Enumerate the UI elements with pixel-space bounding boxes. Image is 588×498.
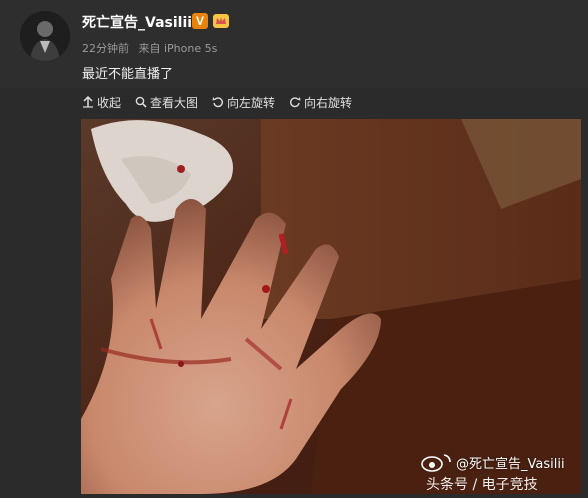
image-toolbar: 收起 查看大图 向左旋转 向右旋转: [82, 93, 366, 111]
collapse-button[interactable]: 收起: [82, 94, 121, 111]
collapse-label: 收起: [97, 95, 122, 110]
rotate-right-icon: [289, 96, 301, 108]
magnifier-icon: [135, 96, 147, 108]
avatar[interactable]: [20, 11, 70, 61]
verified-badge: V: [192, 13, 208, 29]
rotate-right-button[interactable]: 向右旋转: [289, 94, 352, 111]
rotate-left-icon: [212, 96, 224, 108]
post-source[interactable]: 来自 iPhone 5s: [139, 42, 218, 55]
post-photo[interactable]: [81, 119, 581, 494]
weibo-logo-icon: [420, 451, 454, 473]
username[interactable]: 死亡宣告_Vasilii: [82, 12, 192, 32]
crown-icon: [212, 12, 230, 30]
photo-watermark-site: 头条号 / 电子竞技: [426, 477, 538, 493]
view-large-label: 查看大图: [150, 95, 199, 110]
photo-watermark: @死亡宣告_Vasilii: [454, 453, 565, 472]
rotate-left-button[interactable]: 向左旋转: [212, 94, 275, 111]
post-text: 最近不能直播了: [82, 67, 174, 82]
view-large-button[interactable]: 查看大图: [135, 94, 198, 111]
post-meta: 22分钟前 来自 iPhone 5s: [82, 40, 217, 56]
watermark-handle: @死亡宣告_Vasilii: [456, 457, 565, 472]
post-header: 死亡宣告_Vasilii V 22分钟前 来自 iPhone 5s 最近不能直播…: [0, 0, 588, 88]
rotate-right-label: 向右旋转: [304, 95, 353, 110]
post-time[interactable]: 22分钟前: [82, 42, 129, 55]
rotate-left-label: 向左旋转: [227, 95, 276, 110]
arrow-up-icon: [82, 96, 94, 108]
